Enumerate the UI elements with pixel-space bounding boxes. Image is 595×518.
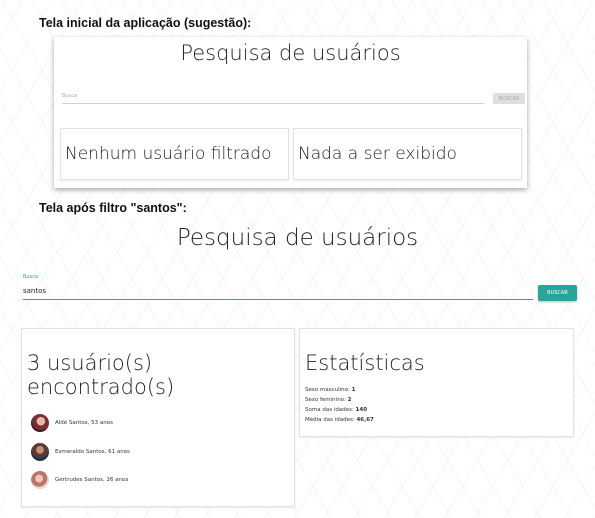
user-name-age: Esmeraldo Santos, 61 anos — [55, 449, 130, 455]
search-label: Busca — [23, 274, 39, 280]
stat-value: 140 — [355, 407, 368, 413]
avatar — [31, 414, 49, 432]
search-input[interactable]: santos — [23, 287, 46, 295]
search-button[interactable]: BUSCAR — [538, 285, 577, 301]
user-name-age: Gertrudes Santos, 26 anos — [55, 477, 129, 483]
stat-value: 2 — [347, 397, 352, 403]
user-name-age: Aldé Santos, 53 anos — [55, 420, 113, 426]
stat-value: 46,67 — [356, 417, 374, 423]
avatar — [31, 471, 49, 489]
empty-users-card: Nenhum usuário filtrado — [60, 128, 289, 180]
stat-male-count: Sexo masculino: 1 — [305, 387, 355, 393]
empty-stats-card: Nada a ser exibido — [293, 128, 522, 180]
caption-filtered-screen: Tela após filtro "santos": — [39, 201, 187, 215]
stat-label: Sexo masculino: — [305, 387, 350, 393]
stat-age-sum: Soma das idades: 140 — [305, 407, 367, 413]
caption-initial-screen: Tela inicial da aplicação (sugestão): — [39, 16, 252, 30]
stat-age-average: Média das idades: 46,67 — [305, 417, 374, 423]
list-item: Esmeraldo Santos, 61 anos — [31, 443, 130, 461]
users-count-title: 3 usuário(s) encontrado(s) — [27, 351, 175, 399]
stat-label: Soma das idades: — [305, 407, 354, 413]
stat-female-count: Sexo feminino: 2 — [305, 397, 351, 403]
search-input-underline — [23, 299, 533, 300]
search-label: Busca — [62, 93, 78, 99]
avatar — [31, 443, 49, 461]
statistics-card: Estatísticas Sexo masculino: 1 Sexo femi… — [299, 328, 574, 437]
stat-value: 1 — [351, 387, 356, 393]
page-title: Pesquisa de usuários — [180, 41, 401, 65]
page-title: Pesquisa de usuários — [176, 225, 419, 251]
users-card: 3 usuário(s) encontrado(s) Aldé Santos, … — [21, 328, 295, 507]
search-button-disabled[interactable]: BUSCAR — [493, 93, 525, 104]
list-item: Aldé Santos, 53 anos — [31, 414, 113, 432]
empty-stats-text: Nada a ser exibido — [298, 144, 457, 164]
statistics-title: Estatísticas — [305, 351, 425, 375]
search-input[interactable] — [62, 103, 484, 104]
list-item: Gertrudes Santos, 26 anos — [31, 471, 128, 489]
empty-users-text: Nenhum usuário filtrado — [65, 144, 272, 164]
stat-label: Média das idades: — [305, 417, 355, 423]
stat-label: Sexo feminino: — [305, 397, 346, 403]
initial-screen-panel: Pesquisa de usuários Busca BUSCAR Nenhum… — [54, 37, 527, 188]
